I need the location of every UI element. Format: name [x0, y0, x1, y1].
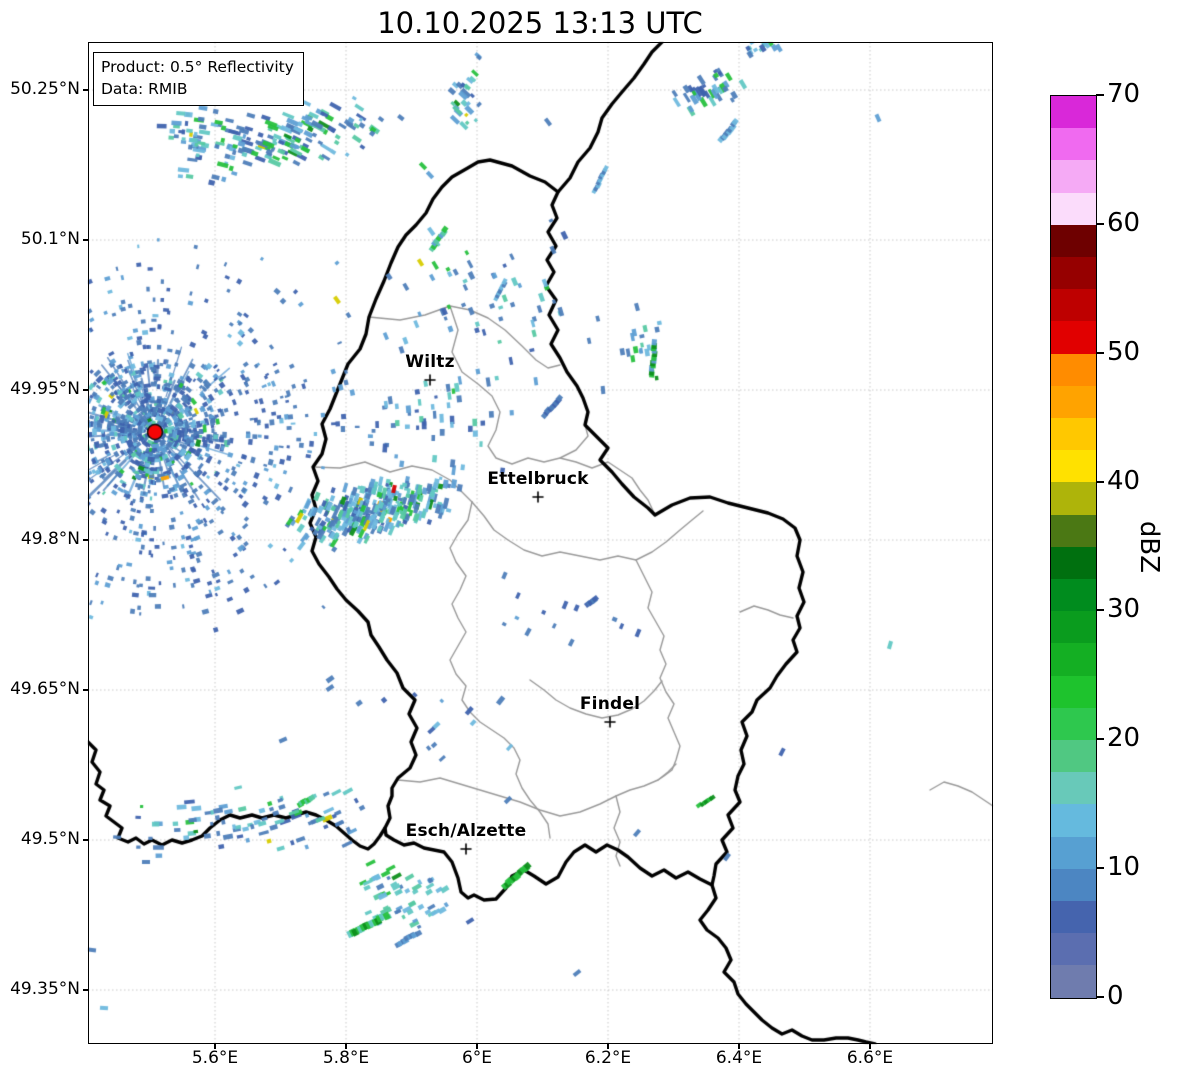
colorbar-tick-mark	[1096, 738, 1104, 741]
lat-tick-mark	[83, 239, 88, 241]
colorbar-segment	[1051, 353, 1096, 386]
colorbar-segment	[1051, 224, 1096, 258]
colorbar-tick-mark	[1096, 222, 1104, 225]
city-label-findel: Findel	[579, 694, 641, 714]
colorbar-segment	[1051, 740, 1096, 773]
lon-tick-label: 6.2°E	[584, 1048, 632, 1068]
lon-tick-mark	[738, 1044, 740, 1049]
lat-tick-mark	[83, 539, 88, 541]
city-label-wiltz: Wiltz	[405, 352, 455, 372]
colorbar-segment	[1051, 514, 1096, 547]
lon-tick-label: 6.4°E	[715, 1048, 763, 1068]
colorbar-segment	[1051, 804, 1096, 837]
city-label-ettelbruck: Ettelbruck	[487, 469, 589, 489]
colorbar-segment	[1051, 128, 1096, 161]
lat-tick-label: 49.95°N	[10, 379, 80, 399]
lat-tick-label: 49.35°N	[10, 979, 80, 999]
colorbar-segment	[1051, 579, 1096, 612]
page-title: 10.10.2025 13:13 UTC	[377, 6, 703, 40]
lat-tick-mark	[83, 389, 88, 391]
lat-tick-label: 49.65°N	[10, 679, 80, 699]
colorbar-segment	[1051, 160, 1096, 193]
colorbar-segment	[1051, 836, 1096, 869]
lon-tick-mark	[345, 1044, 347, 1049]
colorbar-segment	[1051, 321, 1096, 354]
colorbar-tick-mark	[1096, 351, 1104, 354]
lon-tick-label: 5.8°E	[322, 1048, 370, 1068]
colorbar-tick-label: 50	[1107, 336, 1141, 367]
colorbar-tick-label: 0	[1107, 981, 1124, 1011]
colorbar-tick-mark	[1096, 867, 1104, 870]
reflectivity-colorbar	[1050, 95, 1097, 999]
radar-display: 10.10.2025 13:13 UTC Product: 0.5° Refle…	[0, 0, 1184, 1081]
colorbar-segment	[1051, 707, 1096, 741]
colorbar-segment	[1051, 96, 1096, 129]
product-label: Product: 0.5° Reflectivity	[101, 58, 294, 76]
lat-tick-label: 50.25°N	[10, 79, 80, 99]
colorbar-segment	[1051, 901, 1096, 934]
lon-tick-mark	[214, 1044, 216, 1049]
colorbar-tick-mark	[1096, 996, 1104, 998]
colorbar-segment	[1051, 257, 1096, 290]
colorbar-segment	[1051, 933, 1096, 966]
colorbar-tick-label: 10	[1107, 852, 1141, 883]
colorbar-segment	[1051, 450, 1096, 483]
colorbar-segment	[1051, 643, 1096, 676]
city-label-esch-alzette: Esch/Alzette	[405, 821, 527, 841]
lon-tick-label: 6°E	[461, 1048, 493, 1068]
colorbar-segment	[1051, 289, 1096, 322]
colorbar-tick-label: 30	[1107, 594, 1141, 625]
colorbar-tick-label: 70	[1107, 79, 1141, 109]
colorbar-segment	[1051, 418, 1096, 451]
lon-tick-label: 5.6°E	[191, 1048, 239, 1068]
colorbar-segment	[1051, 546, 1096, 580]
lat-tick-mark	[83, 89, 88, 91]
lat-tick-label: 50.1°N	[20, 229, 80, 249]
data-source-label: Data: RMIB	[101, 79, 188, 98]
colorbar-tick-label: 40	[1107, 465, 1141, 496]
colorbar-segment	[1051, 385, 1096, 419]
colorbar-segment	[1051, 965, 1096, 998]
colorbar-tick-label: 60	[1107, 207, 1141, 238]
lon-tick-mark	[607, 1044, 609, 1049]
lon-tick-mark	[869, 1044, 871, 1049]
lat-tick-label: 49.5°N	[20, 829, 80, 849]
lon-tick-label: 6.6°E	[846, 1048, 894, 1068]
lat-tick-mark	[83, 839, 88, 841]
radar-map-canvas	[0, 0, 1184, 1081]
product-info-box: Product: 0.5° Reflectivity Data: RMIB	[93, 52, 304, 107]
lat-tick-mark	[83, 689, 88, 691]
lon-tick-mark	[476, 1044, 478, 1049]
colorbar-segment	[1051, 675, 1096, 708]
colorbar-segment	[1051, 611, 1096, 644]
lat-tick-label: 49.8°N	[20, 529, 80, 549]
colorbar-tick-mark	[1096, 94, 1104, 96]
colorbar-unit-label: dBZ	[1134, 520, 1164, 574]
colorbar-tick-mark	[1096, 480, 1104, 483]
colorbar-tick-mark	[1096, 609, 1104, 612]
colorbar-segment	[1051, 772, 1096, 805]
colorbar-segment	[1051, 482, 1096, 515]
colorbar-segment	[1051, 868, 1096, 902]
colorbar-segment	[1051, 192, 1096, 225]
colorbar-tick-label: 20	[1107, 723, 1141, 754]
lat-tick-mark	[83, 989, 88, 991]
